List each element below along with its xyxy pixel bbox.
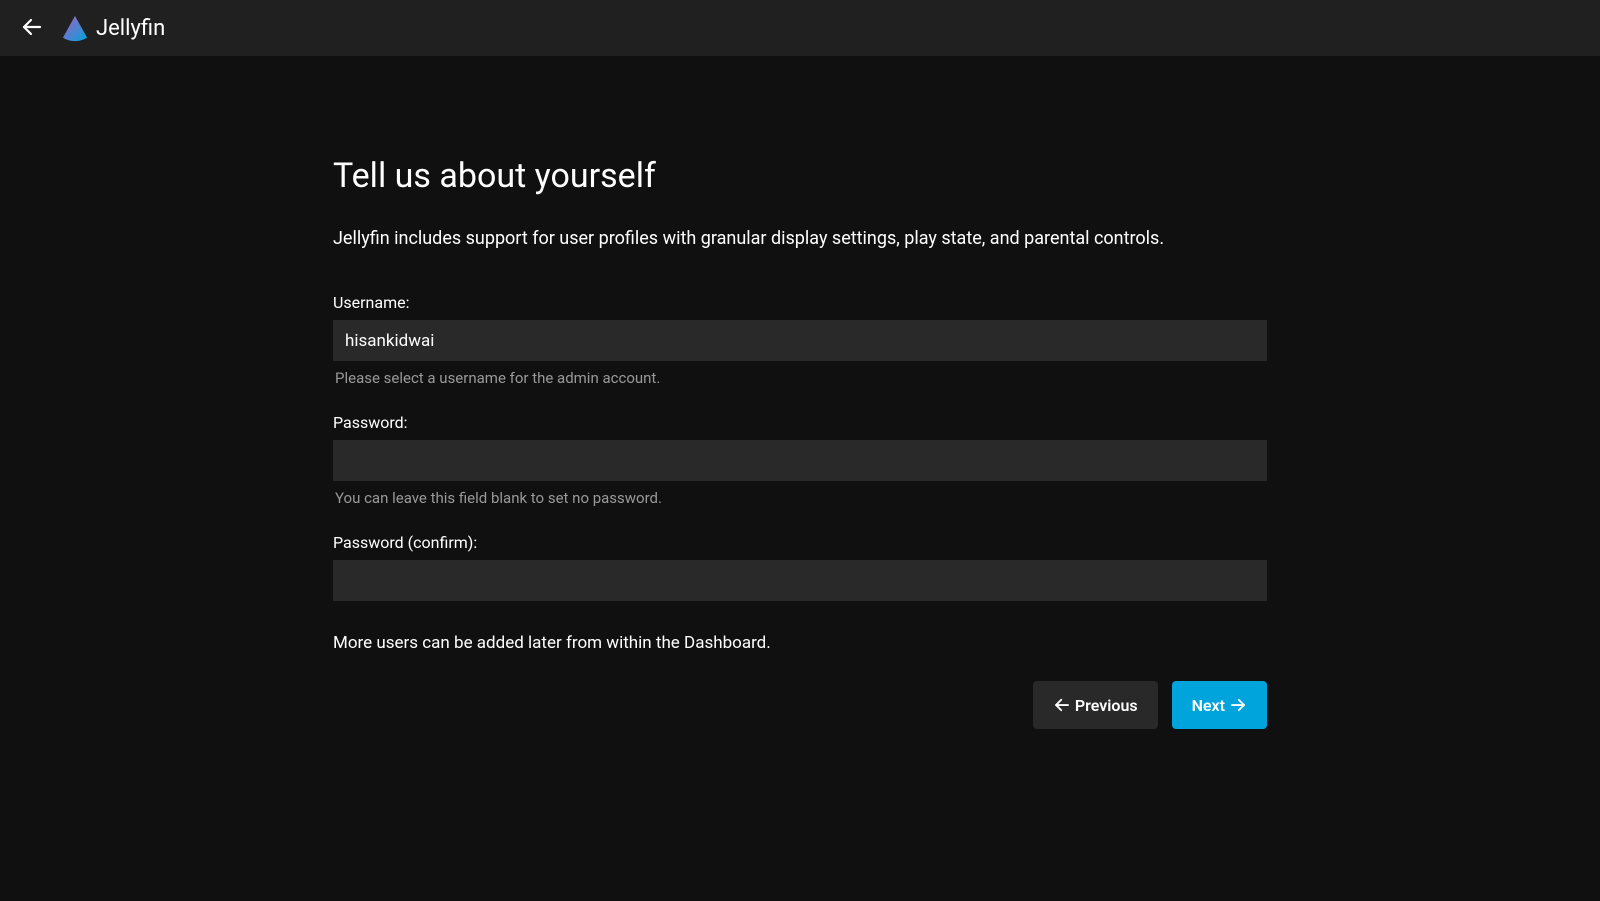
app-logo: Jellyfin xyxy=(60,13,165,43)
arrow-right-icon xyxy=(1229,696,1247,714)
next-button-label: Next xyxy=(1192,696,1225,715)
username-input[interactable] xyxy=(333,320,1267,361)
username-group: Username: Please select a username for t… xyxy=(333,293,1267,387)
previous-button[interactable]: Previous xyxy=(1033,681,1158,729)
username-label: Username: xyxy=(333,293,1267,312)
arrow-left-icon xyxy=(20,15,44,42)
app-header: Jellyfin xyxy=(0,0,1600,56)
password-confirm-group: Password (confirm): xyxy=(333,533,1267,601)
password-label: Password: xyxy=(333,413,1267,432)
page-title: Tell us about yourself xyxy=(333,156,1267,196)
password-confirm-input[interactable] xyxy=(333,560,1267,601)
password-input[interactable] xyxy=(333,440,1267,481)
arrow-left-icon xyxy=(1053,696,1071,714)
username-help: Please select a username for the admin a… xyxy=(333,369,1267,387)
back-button[interactable] xyxy=(12,8,52,48)
app-name: Jellyfin xyxy=(96,16,165,41)
main-content: Tell us about yourself Jellyfin includes… xyxy=(333,56,1267,729)
password-confirm-label: Password (confirm): xyxy=(333,533,1267,552)
next-button[interactable]: Next xyxy=(1172,681,1267,729)
password-group: Password: You can leave this field blank… xyxy=(333,413,1267,507)
more-users-text: More users can be added later from withi… xyxy=(333,633,1267,653)
button-row: Previous Next xyxy=(333,681,1267,729)
previous-button-label: Previous xyxy=(1075,696,1138,715)
page-description: Jellyfin includes support for user profi… xyxy=(333,226,1267,251)
password-help: You can leave this field blank to set no… xyxy=(333,489,1267,507)
jellyfin-logo-icon xyxy=(60,13,90,43)
